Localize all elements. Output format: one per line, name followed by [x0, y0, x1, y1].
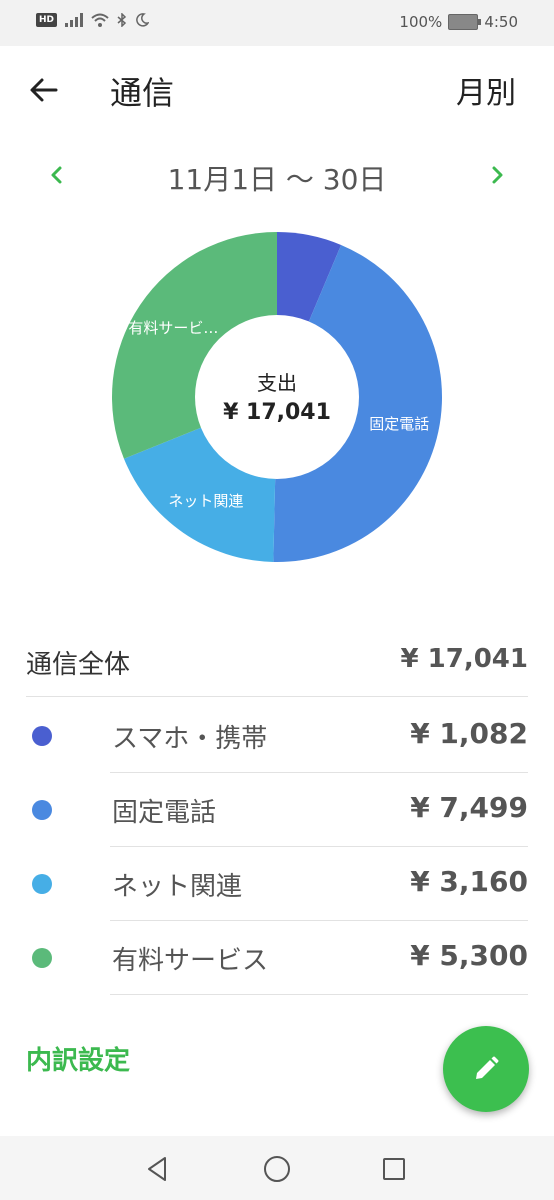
- category-label: 固定電話: [112, 798, 217, 828]
- category-total-row[interactable]: 通信全体 ¥ 17,041: [26, 630, 528, 697]
- donut-hole: [195, 315, 359, 479]
- category-label: ネット関連: [112, 872, 243, 902]
- arrow-left-icon: [30, 78, 58, 102]
- triangle-back-icon: [148, 1157, 166, 1181]
- donut-svg: 支出 ¥ 17,041 固定電話ネット関連 有料サービ…: [111, 232, 442, 562]
- status-bar: HD 100% 4:50: [0, 0, 554, 46]
- list-item-landline[interactable]: 固定電話 ¥ 7,499: [0, 773, 554, 847]
- system-back-button[interactable]: [143, 1154, 173, 1184]
- battery-percent: 100%: [399, 13, 443, 31]
- back-button[interactable]: [26, 72, 62, 108]
- category-label: 有料サービス: [112, 946, 269, 976]
- slice-label: ネット関連: [168, 492, 243, 510]
- signal-icon: [65, 13, 84, 27]
- category-amount: ¥ 5,300: [410, 939, 528, 972]
- color-dot: [32, 874, 52, 894]
- center-label: 支出: [257, 371, 297, 395]
- list-item-smartphone[interactable]: スマホ・携帯 ¥ 1,082: [0, 699, 554, 773]
- category-amount: ¥ 3,160: [410, 865, 528, 898]
- list-item-internet[interactable]: ネット関連 ¥ 3,160: [0, 847, 554, 921]
- color-dot: [32, 948, 52, 968]
- total-amount: ¥ 17,041: [400, 644, 528, 674]
- center-value: ¥ 17,041: [223, 400, 331, 425]
- color-dot: [32, 726, 52, 746]
- moon-icon: [136, 13, 150, 27]
- pencil-icon: [476, 1056, 499, 1079]
- category-label: スマホ・携帯: [112, 724, 268, 754]
- monthly-button[interactable]: 月別: [456, 68, 516, 112]
- color-dot: [32, 800, 52, 820]
- system-navigation-bar: [0, 1136, 554, 1200]
- system-recent-button[interactable]: [379, 1154, 409, 1184]
- divider: [110, 994, 528, 995]
- battery-icon: [448, 14, 482, 30]
- page-title: 通信: [110, 74, 175, 112]
- system-home-button[interactable]: [262, 1154, 292, 1184]
- breakdown-settings-link[interactable]: 内訳設定: [26, 1040, 130, 1077]
- bluetooth-icon: [117, 13, 127, 27]
- slice-label: 有料サービ…: [128, 319, 218, 337]
- category-amount: ¥ 7,499: [410, 791, 528, 824]
- date-range: 11月1日 〜 30日: [167, 163, 387, 196]
- next-period-button[interactable]: [482, 160, 512, 190]
- slice-label: 固定電話: [369, 415, 429, 433]
- category-amount: ¥ 1,082: [410, 717, 528, 750]
- app-header: 通信 月別: [0, 46, 554, 134]
- expense-donut-chart: 支出 ¥ 17,041 固定電話ネット関連 有料サービ…: [0, 215, 554, 585]
- edit-fab-button[interactable]: [443, 1026, 529, 1112]
- wifi-icon: [91, 13, 109, 27]
- circle-home-icon: [264, 1156, 290, 1182]
- clock: 4:50: [484, 13, 518, 31]
- chevron-right-icon: [492, 166, 503, 184]
- square-recent-icon: [383, 1158, 405, 1180]
- date-navigation: 11月1日 〜 30日: [0, 150, 554, 204]
- list-item-paid-services[interactable]: 有料サービス ¥ 5,300: [0, 921, 554, 995]
- hd-badge: HD: [36, 13, 58, 27]
- total-label: 通信全体: [26, 650, 131, 680]
